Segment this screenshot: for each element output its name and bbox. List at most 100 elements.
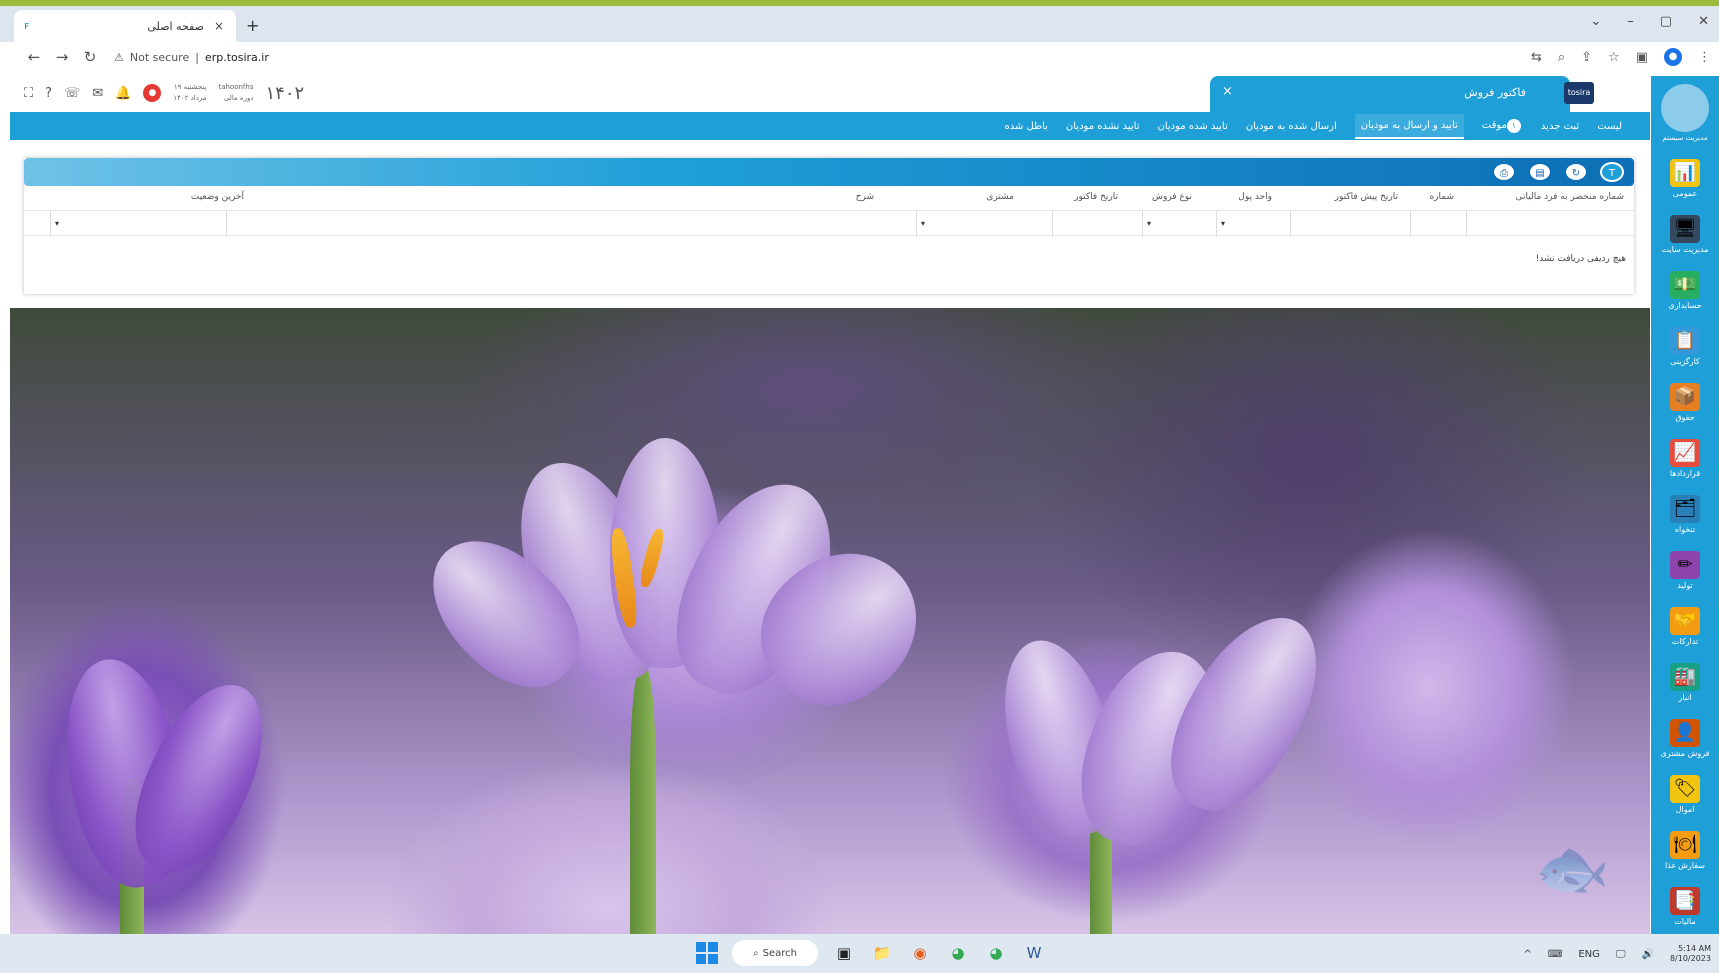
module-label: مالیات <box>1674 916 1696 926</box>
keyboard-icon[interactable]: ⌨ <box>1548 949 1562 960</box>
profile-avatar-icon[interactable]: ● <box>1664 48 1682 66</box>
chrome-icon[interactable]: ◕ <box>946 941 970 965</box>
column-header-proforma-date[interactable]: تاریخ پیش فاکتور <box>1335 192 1398 202</box>
minimize-icon[interactable]: – <box>1627 14 1634 29</box>
nav-sent[interactable]: ارسال شده به مودیان <box>1246 121 1337 132</box>
sidebar-module-item[interactable]: 🖥 مدیریت سایت <box>1651 206 1719 262</box>
filter-description[interactable] <box>226 211 916 237</box>
sidebar-module-item[interactable]: 👤 فروش مشتری <box>1651 710 1719 766</box>
column-header-customer[interactable]: مشتری <box>986 192 1014 202</box>
fiscal-year[interactable]: ۱۴۰۲ <box>265 83 304 104</box>
column-header-tax-id[interactable]: شماره منحصر به فرد مالیاتی <box>1516 192 1624 202</box>
sidebar-module-item[interactable]: 🗂 تنخواه <box>1651 486 1719 542</box>
address-bar[interactable]: ⚠ Not secure | erp.tosira.ir <box>114 51 269 64</box>
sidebar-module-item[interactable]: 📊 عمومی <box>1651 150 1719 206</box>
browser-actions: ⇆ ⌕ ⇪ ☆ ▣ ● ⋮ <box>1531 48 1711 66</box>
user-avatar-icon[interactable] <box>1661 84 1709 132</box>
sidebar-module-item[interactable]: 🤝 تدارکات <box>1651 598 1719 654</box>
maximize-icon[interactable]: ▢ <box>1660 14 1672 29</box>
fullscreen-icon[interactable]: ⛶ <box>24 86 33 101</box>
print-icon[interactable]: ⎙ <box>1492 162 1516 182</box>
share-icon[interactable]: ⇪ <box>1581 50 1592 65</box>
tab-search-icon[interactable]: ⌄ <box>1590 14 1601 29</box>
module-icon: 🍽 <box>1670 830 1700 859</box>
translate-icon[interactable]: ⇆ <box>1531 50 1542 65</box>
invoice-subnav: لیست ثبت جدید ۱موقت تایید و ارسال به مود… <box>10 112 1650 140</box>
new-tab-button[interactable]: + <box>246 16 259 35</box>
column-header-description[interactable]: شرح <box>856 192 874 202</box>
filter-icon[interactable]: T <box>1600 162 1624 182</box>
column-header-number[interactable]: شماره <box>1429 192 1454 202</box>
column-header-sale-type[interactable]: نوع فروش <box>1152 192 1192 202</box>
close-app-tab-icon[interactable]: × <box>1222 84 1233 99</box>
sidebar-module-item[interactable]: 🏷 اموال <box>1651 766 1719 822</box>
chrome-alt-icon[interactable]: ◕ <box>984 941 1008 965</box>
window-controls: ⌄ – ▢ ✕ <box>1590 14 1709 29</box>
nav-temporary[interactable]: ۱موقت <box>1482 119 1523 133</box>
filter-customer[interactable]: ▾ <box>916 211 1052 237</box>
column-header-currency[interactable]: واحد پول <box>1238 192 1272 202</box>
nav-canceled[interactable]: باطل شده <box>1004 121 1047 132</box>
sidebar-module-item[interactable]: 💵 حسابداری <box>1651 262 1719 318</box>
nav-new[interactable]: ثبت جدید <box>1541 121 1579 132</box>
filter-tax-id[interactable] <box>1466 211 1634 237</box>
mail-icon[interactable]: ✉ <box>92 86 103 101</box>
back-icon[interactable]: ← <box>20 48 48 66</box>
module-icon: 📊 <box>1670 158 1700 187</box>
nav-confirm-send[interactable]: تایید و ارسال به مودیان <box>1354 113 1464 139</box>
filter-currency[interactable]: ▾ <box>1216 211 1290 237</box>
filter-number[interactable] <box>1410 211 1466 237</box>
sidebar-module-item[interactable]: 📑 مالیات <box>1651 878 1719 934</box>
app-tab-sales-invoice[interactable]: فاکتور فروش × <box>1210 76 1570 112</box>
system-tray: ^ ⌨ ENG 🖵 🔊 5:14 AM 8/10/2023 <box>1523 944 1711 964</box>
column-header-last-status[interactable]: آخرین وضعیت <box>191 192 244 202</box>
close-tab-icon[interactable]: × <box>212 19 226 33</box>
word-icon[interactable]: W <box>1022 941 1046 965</box>
bookmark-star-icon[interactable]: ☆ <box>1608 50 1620 65</box>
zoom-icon[interactable]: ⌕ <box>1558 50 1565 65</box>
month-text: مرداد ۱۴۰۲ <box>173 94 207 102</box>
clock[interactable]: 5:14 AM 8/10/2023 <box>1670 944 1711 964</box>
language-indicator[interactable]: ENG <box>1578 949 1600 960</box>
file-explorer-icon[interactable]: 📁 <box>870 941 894 965</box>
support-icon[interactable]: ☏ <box>64 86 80 101</box>
temporary-count-badge: ۱ <box>1506 119 1521 133</box>
sidebar-module-item[interactable]: ✏ تولید <box>1651 542 1719 598</box>
bell-icon[interactable]: 🔔 <box>115 86 131 101</box>
start-button-icon[interactable] <box>696 942 718 964</box>
app-tab-title: فاکتور فروش <box>1464 86 1526 99</box>
sidebar-module-item[interactable]: 🏭 انبار <box>1651 654 1719 710</box>
help-icon[interactable]: ? <box>45 86 52 101</box>
sidepanel-icon[interactable]: ▣ <box>1636 50 1648 65</box>
volume-icon[interactable]: 🔊 <box>1642 949 1654 960</box>
taskbar-search[interactable]: ⌕ Search <box>732 940 818 966</box>
save-icon[interactable]: ▤ <box>1528 162 1552 182</box>
sidebar-module-item[interactable]: 📋 کارگزینی <box>1651 318 1719 374</box>
nav-not-confirmed[interactable]: تایید نشده مودیان <box>1066 121 1140 132</box>
task-view-icon[interactable]: ▣ <box>832 941 856 965</box>
nav-confirmed[interactable]: تایید شده مودیان <box>1158 121 1228 132</box>
filter-sale-type[interactable]: ▾ <box>1142 211 1216 237</box>
reload-icon[interactable]: ↻ <box>76 48 104 66</box>
menu-kebab-icon[interactable]: ⋮ <box>1698 50 1711 65</box>
column-header-invoice-date[interactable]: تاریخ فاکتور <box>1074 192 1118 202</box>
refresh-icon[interactable]: ↻ <box>1564 162 1588 182</box>
nav-list[interactable]: لیست <box>1597 121 1622 132</box>
grid-filter-row: ▾ ▾ ▾ ▾ <box>24 210 1634 237</box>
module-label: اموال <box>1675 804 1695 814</box>
notification-badge[interactable]: ● <box>143 84 162 102</box>
forward-icon[interactable]: → <box>48 48 76 66</box>
sidebar-module-item[interactable]: 📈 قراردادها <box>1651 430 1719 486</box>
network-icon[interactable]: 🖵 <box>1616 949 1626 960</box>
filter-last-status[interactable]: ▾ <box>50 211 226 237</box>
sidebar-module-item[interactable]: 📦 حقوق <box>1651 374 1719 430</box>
firefox-icon[interactable]: ◉ <box>908 941 932 965</box>
browser-tab[interactable]: ꜰ صفحه اصلی × <box>14 10 236 42</box>
sidebar-module-item[interactable]: 🍽 سفارش غذا <box>1651 822 1719 878</box>
close-window-icon[interactable]: ✕ <box>1698 14 1709 29</box>
weekday-text: پنجشنبه ۱۹ <box>173 83 207 91</box>
filter-proforma-date[interactable] <box>1290 211 1410 237</box>
module-label: تولید <box>1677 580 1693 590</box>
tray-overflow-icon[interactable]: ^ <box>1523 949 1531 960</box>
filter-invoice-date[interactable] <box>1052 211 1142 237</box>
